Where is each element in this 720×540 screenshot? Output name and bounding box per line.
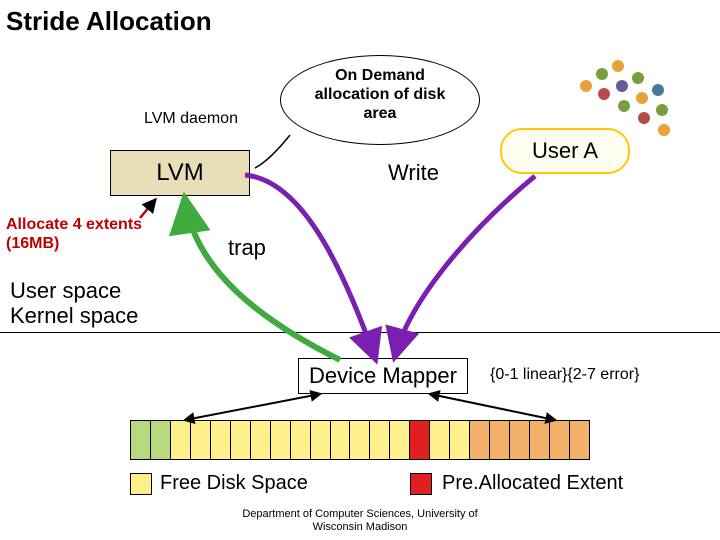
legend-free-label: Free Disk Space [160,472,308,495]
disk-extent [151,421,171,459]
device-mapper-label: Device Mapper [309,363,457,388]
disk-extent [530,421,550,459]
user-kernel-divider [0,332,720,333]
page-title: Stride Allocation [6,6,212,37]
disk-extent [370,421,390,459]
space-labels: User space Kernel space [10,278,138,329]
disk-extent [430,421,450,459]
disk-extent [231,421,251,459]
arrow-trap [185,200,340,360]
trap-label: trap [228,235,266,261]
disk-extent [570,421,589,459]
disk-extent [271,421,291,459]
user-a-node: User A [500,128,630,174]
disk-extent [470,421,490,459]
arrow-dm-to-disk-right [430,394,555,420]
kernel-space-label: Kernel space [10,303,138,328]
arrow-usera-to-device-mapper [395,176,535,356]
lvm-box-label: LVM [156,159,204,186]
disk-extent [450,421,470,459]
disk-extent [211,421,231,459]
disk-extent [171,421,191,459]
disk-extent [390,421,410,459]
mapping-spec: {0-1 linear}{2-7 error} [490,366,639,384]
arrow-allocate-to-lvm [140,200,155,218]
disk-extent [510,421,530,459]
disk-extent [550,421,570,459]
disk-extent [331,421,351,459]
disk-extent [350,421,370,459]
footer-line2: Wisconsin Madison [313,521,408,533]
on-demand-callout: On Demand allocation of disk area [280,55,480,145]
disk-extent [311,421,331,459]
arrow-lvm-to-device-mapper [245,175,375,358]
disk-extent [191,421,211,459]
swatch-prealloc-icon [410,473,432,495]
disk-extent [291,421,311,459]
user-space-label: User space [10,278,121,303]
allocate-line2: (16MB) [6,235,59,252]
disk-extent [251,421,271,459]
device-mapper-box: Device Mapper [298,358,468,394]
disk-extent [490,421,510,459]
legend-prealloc-label: Pre.Allocated Extent [442,472,623,495]
lvm-daemon-label: LVM daemon [144,110,238,128]
swatch-free-icon [130,473,152,495]
arrow-dm-to-disk-left [185,394,320,420]
allocate-line1: Allocate 4 extents [6,216,142,233]
disk-extent [410,421,430,459]
legend-prealloc: Pre.Allocated Extent [410,472,623,495]
legend-free: Free Disk Space [130,472,308,495]
user-a-label: User A [532,138,598,163]
lvm-box: LVM [110,150,250,196]
disk-extent [131,421,151,459]
write-label: Write [388,160,439,186]
on-demand-text: On Demand allocation of disk area [315,67,446,122]
footer-line1: Department of Computer Sciences, Univers… [242,508,477,520]
footer-attribution: Department of Computer Sciences, Univers… [0,508,720,533]
allocate-extents-label: Allocate 4 extents (16MB) [6,215,142,253]
disk-bar [130,420,590,460]
